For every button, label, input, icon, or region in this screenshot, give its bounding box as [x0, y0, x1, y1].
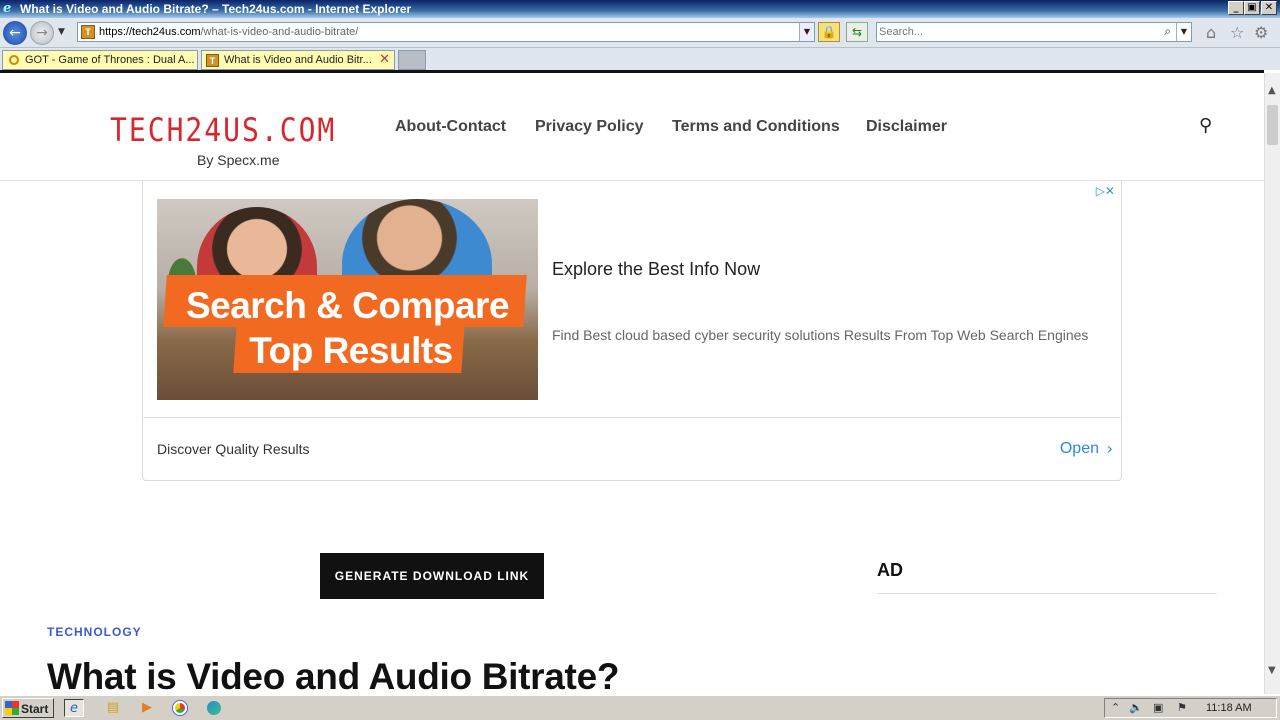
- sidebar-ad-heading: AD: [877, 560, 903, 580]
- window-titlebar: e What is Video and Audio Bitrate? – Tec…: [0, 0, 1280, 18]
- chevron-right-icon[interactable]: ›: [1107, 439, 1113, 458]
- back-button[interactable]: ←: [3, 21, 27, 45]
- tab-game-of-thrones[interactable]: GOT - Game of Thrones : Dual A...: [2, 50, 198, 70]
- search-input[interactable]: [879, 24, 1149, 40]
- site-favicon-icon: T: [81, 25, 95, 39]
- page-viewport: TECH24US.COM By Specx.me About-Contact P…: [0, 73, 1264, 694]
- post-category[interactable]: TECHNOLOGY: [47, 625, 142, 639]
- site-search-icon[interactable]: ⚲: [1199, 115, 1212, 136]
- windows-logo-icon: [5, 701, 19, 715]
- home-icon[interactable]: ⌂: [1206, 23, 1216, 42]
- close-tab-icon[interactable]: ✕: [379, 52, 390, 67]
- internet-explorer-icon: e: [3, 1, 12, 16]
- ad-unit[interactable]: ▷✕ Search & Compare Top Results Explore …: [142, 182, 1122, 481]
- site-logo[interactable]: TECH24US.COM: [110, 111, 336, 149]
- anyrun-watermark: ANY RUN: [1038, 685, 1235, 694]
- vertical-scrollbar[interactable]: ▲ ▼: [1264, 73, 1280, 694]
- search-icon[interactable]: ⌕: [1164, 24, 1171, 39]
- url-path: /what-is-video-and-audio-bitrate/: [200, 26, 359, 38]
- file-explorer-icon[interactable]: ▤: [103, 699, 123, 717]
- site-favicon-icon: T: [206, 54, 219, 67]
- ad-footer-text: Discover Quality Results: [157, 441, 310, 457]
- ad-image-headline-line1: Search & Compare: [185, 285, 510, 326]
- compatibility-refresh-icon[interactable]: ⇆: [846, 22, 868, 42]
- post-title: What is Video and Audio Bitrate?: [47, 656, 620, 694]
- scrollbar-thumb[interactable]: [1267, 105, 1278, 145]
- site-header: TECH24US.COM By Specx.me About-Contact P…: [0, 73, 1264, 181]
- loading-spinner-icon: [9, 55, 19, 65]
- scroll-up-icon[interactable]: ▲: [1268, 85, 1276, 96]
- close-window-button[interactable]: ✕: [1261, 1, 1277, 15]
- tray-expand-icon[interactable]: ⌃: [1111, 701, 1120, 714]
- tab-label: GOT - Game of Thrones : Dual A...: [25, 54, 195, 66]
- nav-disclaimer[interactable]: Disclaimer: [866, 118, 947, 136]
- system-tray: ⌃ 🔈 ▣ ⚑ 11:18 AM: [1104, 698, 1277, 718]
- ad-description: Find Best cloud based cyber security sol…: [552, 327, 1089, 343]
- favorites-star-icon[interactable]: ☆: [1230, 23, 1244, 42]
- media-player-icon[interactable]: ▶: [137, 699, 157, 717]
- search-dropdown-icon[interactable]: ▼: [1176, 23, 1191, 41]
- url-text[interactable]: https://tech24us.com/what-is-video-and-a…: [99, 26, 358, 38]
- address-dropdown-icon[interactable]: ▼: [799, 23, 814, 41]
- tab-bitrate-article[interactable]: T What is Video and Audio Bitr... ✕: [201, 50, 395, 70]
- site-logo-tagline: By Specx.me: [197, 152, 280, 168]
- edge-icon[interactable]: [204, 699, 224, 717]
- new-tab-button[interactable]: [398, 50, 426, 70]
- forward-button[interactable]: →: [30, 21, 54, 45]
- ad-image-headline-line2: Top Results: [249, 330, 453, 371]
- scroll-down-icon[interactable]: ▼: [1268, 665, 1276, 676]
- ad-choices-icon[interactable]: ▷✕: [1096, 184, 1115, 198]
- nav-privacy-policy[interactable]: Privacy Policy: [535, 118, 644, 136]
- search-box[interactable]: ⌕ ▼: [876, 22, 1192, 42]
- nav-terms-and-conditions[interactable]: Terms and Conditions: [672, 118, 840, 136]
- ad-title[interactable]: Explore the Best Info Now: [552, 259, 760, 280]
- navigation-bar: ← → ▼ T https://tech24us.com/what-is-vid…: [0, 18, 1280, 48]
- address-bar[interactable]: T https://tech24us.com/what-is-video-and…: [77, 22, 815, 42]
- ad-open-link[interactable]: Open: [1060, 440, 1099, 458]
- window-title: What is Video and Audio Bitrate? – Tech2…: [20, 2, 412, 16]
- nav-about-contact[interactable]: About-Contact: [395, 118, 506, 136]
- url-host: https://tech24us.com: [99, 26, 201, 38]
- tools-gear-icon[interactable]: ⚙: [1254, 23, 1268, 42]
- chrome-icon[interactable]: [170, 699, 190, 717]
- ad-image[interactable]: Search & Compare Top Results: [157, 199, 538, 400]
- action-center-flag-icon[interactable]: ⚑: [1177, 701, 1187, 714]
- minimize-button[interactable]: _: [1228, 1, 1244, 15]
- taskbar: Start e ▤ ▶ ⌃ 🔈 ▣ ⚑ 11:18 AM: [0, 694, 1280, 720]
- recent-pages-dropdown-icon[interactable]: ▼: [58, 27, 65, 37]
- clock[interactable]: 11:18 AM: [1206, 702, 1252, 714]
- start-label: Start: [21, 702, 49, 716]
- restore-button[interactable]: ▣: [1244, 1, 1260, 15]
- start-button[interactable]: Start: [2, 698, 54, 718]
- network-icon[interactable]: ▣: [1153, 701, 1163, 714]
- security-lock-icon[interactable]: 🔒: [818, 22, 840, 42]
- generate-download-link-button[interactable]: GENERATE DOWNLOAD LINK: [320, 553, 544, 599]
- tab-bar: GOT - Game of Thrones : Dual A... T What…: [0, 48, 1280, 70]
- volume-icon[interactable]: 🔈: [1129, 701, 1143, 714]
- internet-explorer-taskbar-icon[interactable]: e: [64, 699, 84, 717]
- ad-divider: [143, 417, 1121, 418]
- sidebar-divider: [877, 593, 1217, 594]
- tab-label: What is Video and Audio Bitr...: [224, 54, 372, 66]
